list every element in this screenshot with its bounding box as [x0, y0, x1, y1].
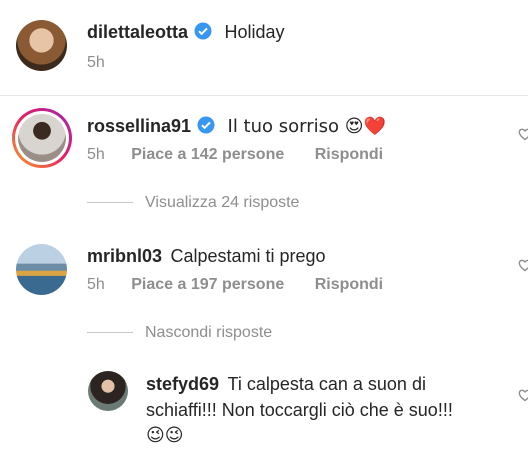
comment-time: 5h [87, 54, 105, 71]
comment-header-1: dilettaleotta Holiday [87, 20, 285, 46]
replies-divider [87, 332, 133, 333]
comment-header-2: rossellina91 Il tuo sorriso 😍❤️ [87, 114, 386, 140]
hide-replies-button[interactable]: Nascondi risposte [145, 324, 272, 342]
comment-actions-2: 5h Piace a 142 persone Rispondi [87, 146, 383, 164]
avatar-rossellina91[interactable] [12, 108, 72, 168]
reply-text-line2: schiaffi!!! Non toccargli ciò che è suo!… [146, 400, 453, 420]
like-comment-icon[interactable] [518, 127, 528, 146]
comment-text: Calpestami ti prego [170, 246, 326, 266]
comment-header-3: mribnl03 Calpestami ti prego [87, 244, 326, 270]
view-replies-button[interactable]: Visualizza 24 risposte [145, 194, 299, 212]
reply-comment: stefyd69 Ti calpesta can a suon di schia… [146, 372, 453, 448]
comment-time: 5h [87, 276, 105, 293]
verified-badge-icon [197, 116, 215, 134]
avatar-stefyd69[interactable] [88, 371, 128, 411]
avatar-mribnl03[interactable] [16, 244, 67, 295]
replies-divider [87, 202, 133, 203]
reply-button[interactable]: Rispondi [315, 276, 383, 293]
username[interactable]: mribnl03 [87, 246, 162, 266]
likes-count-button[interactable]: Piace a 142 persone [131, 146, 284, 163]
likes-count-button[interactable]: Piace a 197 persone [131, 276, 284, 293]
reply-text-line3: 😉😉 [146, 425, 184, 446]
comment-text: Il tuo sorriso 😍❤️ [227, 116, 386, 137]
username[interactable]: stefyd69 [146, 374, 219, 394]
like-comment-icon[interactable] [518, 258, 528, 277]
username[interactable]: dilettaleotta [87, 22, 188, 42]
avatar-dilettaleotta[interactable] [16, 20, 67, 71]
username[interactable]: rossellina91 [87, 116, 191, 136]
reply-text-line1: Ti calpesta can a suon di [227, 374, 426, 394]
reply-button[interactable]: Rispondi [315, 146, 383, 163]
comment-time: 5h [87, 146, 105, 163]
comment-actions-3: 5h Piace a 197 persone Rispondi [87, 276, 383, 294]
like-comment-icon[interactable] [518, 388, 528, 407]
section-divider [0, 95, 528, 96]
verified-badge-icon [194, 22, 212, 40]
comment-text: Holiday [224, 22, 285, 42]
